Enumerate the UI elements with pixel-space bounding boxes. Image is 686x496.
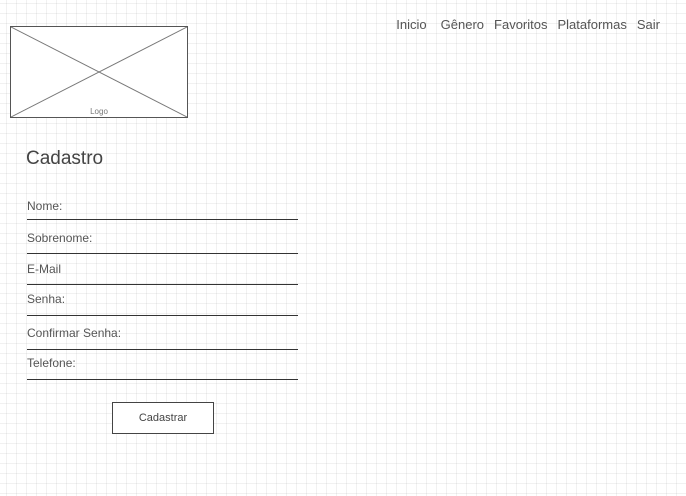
top-nav: Inicio Gênero Favoritos Plataformas Sair <box>396 17 660 33</box>
name-field[interactable]: Nome: <box>27 196 298 220</box>
surname-label: Sobrenome: <box>27 231 93 245</box>
phone-field[interactable]: Telefone: <box>27 355 298 380</box>
phone-label: Telefone: <box>27 356 76 370</box>
nav-item-genero[interactable]: Gênero <box>441 17 484 33</box>
name-label: Nome: <box>27 199 63 213</box>
email-field[interactable]: E-Mail <box>27 261 298 285</box>
nav-item-favoritos[interactable]: Favoritos <box>494 17 547 33</box>
email-label: E-Mail <box>27 262 62 276</box>
image-placeholder-icon <box>11 27 187 117</box>
logo-label: Logo <box>90 107 108 116</box>
nav-item-sair[interactable]: Sair <box>637 17 660 33</box>
page-title: Cadastro <box>26 148 104 169</box>
register-button[interactable]: Cadastrar <box>112 402 214 434</box>
password-label: Senha: <box>27 292 66 306</box>
logo-placeholder: Logo <box>10 26 188 118</box>
confirm-password-label: Confirmar Senha: <box>27 326 122 340</box>
confirm-password-field[interactable]: Confirmar Senha: <box>27 324 298 350</box>
surname-field[interactable]: Sobrenome: <box>27 229 298 254</box>
password-field[interactable]: Senha: <box>27 291 298 316</box>
nav-item-plataformas[interactable]: Plataformas <box>558 17 627 33</box>
nav-item-inicio[interactable]: Inicio <box>396 17 426 33</box>
